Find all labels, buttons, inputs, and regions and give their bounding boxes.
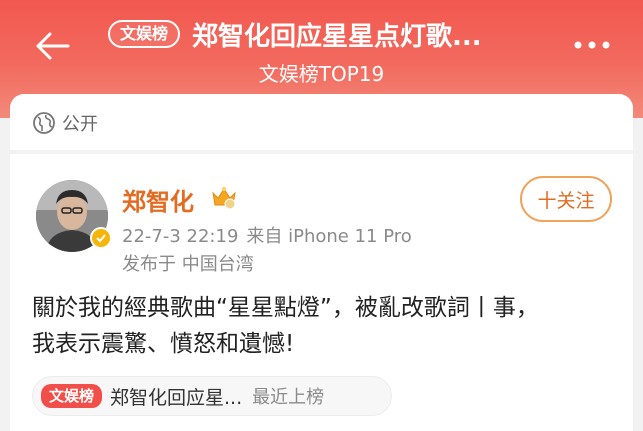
more-dots-icon xyxy=(574,41,610,49)
page-subtitle: 文娱榜TOP19 xyxy=(258,62,385,86)
post-body: 關於我的經典歌曲“星星點燈”，被亂改歌詞丨事， 我表示震驚、憤怒和遺憾! xyxy=(32,290,622,362)
page-title: 郑智化回应星星点灯歌... xyxy=(192,21,482,52)
follow-button[interactable]: 十关注 xyxy=(520,176,612,222)
post-date: 22-7-3 22:19 xyxy=(122,226,239,247)
post-text-line: 關於我的經典歌曲“星星點燈”，被亂改歌詞丨事， xyxy=(32,295,539,321)
post-card: 公开 郑智化 十关注 22-7-3 22:19 来自 iPhone 11 Pro … xyxy=(10,94,633,431)
divider xyxy=(10,150,633,154)
post-text-line: 我表示震驚、憤怒和遺憾! xyxy=(32,331,295,357)
chip-title: 郑智化回应星... xyxy=(110,386,243,409)
topic-badge: 文娱榜 xyxy=(108,20,181,48)
globe-icon xyxy=(32,111,56,135)
chip-status: 最近上榜 xyxy=(252,387,325,408)
post-meta: 22-7-3 22:19 来自 iPhone 11 Pro xyxy=(122,222,412,248)
more-button[interactable] xyxy=(569,30,615,60)
visibility-row: 公开 xyxy=(32,108,98,138)
verified-badge-icon xyxy=(90,227,112,249)
vip-crown-icon xyxy=(212,187,236,210)
author-name[interactable]: 郑智化 xyxy=(122,182,194,217)
header-title-row: 文娱榜 郑智化回应星星点灯歌... xyxy=(108,14,482,54)
post-source: 来自 iPhone 11 Pro xyxy=(246,226,412,247)
post-location: 发布于 中国台湾 xyxy=(122,254,254,275)
arrow-left-icon xyxy=(36,32,70,60)
topic-chip[interactable]: 文娱榜 郑智化回应星... 最近上榜 xyxy=(32,376,392,416)
visibility-label: 公开 xyxy=(62,114,98,135)
chip-badge: 文娱榜 xyxy=(41,384,103,408)
